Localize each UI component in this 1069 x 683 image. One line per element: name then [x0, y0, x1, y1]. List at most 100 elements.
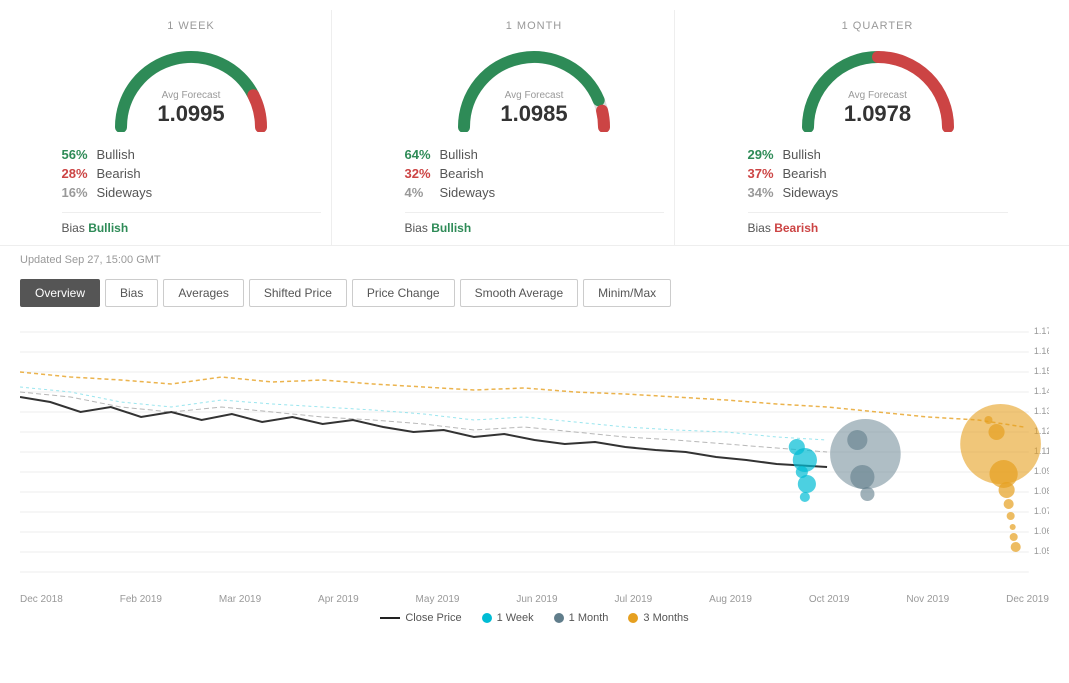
gauge-container-quarter: Avg Forecast 1.0978 — [788, 37, 968, 132]
bearish-pct-month: 32% — [405, 166, 440, 181]
x-label: Aug 2019 — [709, 594, 752, 605]
bearish-label-week: Bearish — [97, 166, 141, 181]
legend-3months: 3 Months — [628, 612, 688, 624]
bullish-pct-month: 64% — [405, 147, 440, 162]
stat-row-sideways-month: 4% Sideways — [405, 185, 664, 200]
tab-overview[interactable]: Overview — [20, 279, 100, 307]
gauge-avg-label-month: Avg Forecast — [444, 90, 624, 101]
sideways-label-month: Sideways — [440, 185, 496, 200]
svg-text:1.0800: 1.0800 — [1034, 486, 1049, 496]
legend-close-price-line — [380, 617, 400, 619]
svg-text:1.1400: 1.1400 — [1034, 386, 1049, 396]
top-section: 1 WEEK Avg Forecast 1.0995 56% Bullish 2… — [0, 0, 1069, 246]
legend-3months-label: 3 Months — [643, 612, 688, 624]
gauge-avg-label-week: Avg Forecast — [101, 90, 281, 101]
chart-area: 1.1700 1.1600 1.1500 1.1400 1.1300 1.120… — [20, 312, 1049, 634]
tab-shifted-price[interactable]: Shifted Price — [249, 279, 347, 307]
x-label: Apr 2019 — [318, 594, 359, 605]
x-label: Nov 2019 — [906, 594, 949, 605]
sideways-pct-month: 4% — [405, 185, 440, 200]
gauge-container-month: Avg Forecast 1.0985 — [444, 37, 624, 132]
gauge-panel-quarter: 1 QUARTER Avg Forecast 1.0978 29% Bullis… — [738, 10, 1018, 245]
bullish-label-week: Bullish — [97, 147, 135, 162]
sideways-pct-week: 16% — [62, 185, 97, 200]
stat-row-bullish-quarter: 29% Bullish — [748, 147, 1008, 162]
x-label: Dec 2018 — [20, 594, 63, 605]
gauge-panel-month: 1 MONTH Avg Forecast 1.0985 64% Bullish … — [395, 10, 675, 245]
bearish-label-month: Bearish — [440, 166, 484, 181]
tab-bias[interactable]: Bias — [105, 279, 158, 307]
bullish-label-quarter: Bullish — [783, 147, 821, 162]
chart-svg: 1.1700 1.1600 1.1500 1.1400 1.1300 1.120… — [20, 312, 1049, 592]
bullish-pct-week: 56% — [62, 147, 97, 162]
gauge-title-month: 1 MONTH — [506, 20, 563, 32]
gauge-label-week: Avg Forecast 1.0995 — [101, 90, 281, 127]
bias-label-quarter: Bias — [748, 221, 775, 235]
svg-text:1.0900: 1.0900 — [1034, 466, 1049, 476]
svg-text:1.0500: 1.0500 — [1034, 546, 1049, 556]
bias-row-quarter: Bias Bearish — [748, 212, 1008, 235]
stats-table-week: 56% Bullish 28% Bearish 16% Sideways — [62, 147, 321, 204]
svg-text:1.0600: 1.0600 — [1034, 526, 1049, 536]
svg-text:1.1700: 1.1700 — [1034, 326, 1049, 336]
gauge-title-week: 1 WEEK — [167, 20, 215, 32]
legend-1month-label: 1 Month — [569, 612, 609, 624]
chart-wrapper: 1.1700 1.1600 1.1500 1.1400 1.1300 1.120… — [20, 312, 1049, 592]
bias-label-week: Bias — [62, 221, 89, 235]
updated-text: Updated Sep 27, 15:00 GMT — [0, 246, 1069, 274]
legend-1month: 1 Month — [554, 612, 609, 624]
x-label: Oct 2019 — [809, 594, 850, 605]
svg-text:1.1500: 1.1500 — [1034, 366, 1049, 376]
stat-row-bearish-week: 28% Bearish — [62, 166, 321, 181]
bias-value-week: Bullish — [88, 221, 128, 235]
tabs-bar: OverviewBiasAveragesShifted PricePrice C… — [0, 274, 1069, 312]
stat-row-bearish-month: 32% Bearish — [405, 166, 664, 181]
gauge-avg-label-quarter: Avg Forecast — [788, 90, 968, 101]
stat-row-sideways-week: 16% Sideways — [62, 185, 321, 200]
gauge-value-quarter: 1.0978 — [788, 101, 968, 127]
x-label: May 2019 — [416, 594, 460, 605]
gauge-container-week: Avg Forecast 1.0995 — [101, 37, 281, 132]
tab-smooth-average[interactable]: Smooth Average — [460, 279, 579, 307]
bearish-label-quarter: Bearish — [783, 166, 827, 181]
stat-row-sideways-quarter: 34% Sideways — [748, 185, 1008, 200]
legend-1week-label: 1 Week — [497, 612, 534, 624]
legend-3months-dot — [628, 613, 638, 623]
bias-label-month: Bias — [405, 221, 432, 235]
legend-1week: 1 Week — [482, 612, 534, 624]
sideways-label-week: Sideways — [97, 185, 153, 200]
x-label: Feb 2019 — [120, 594, 162, 605]
svg-text:1.1300: 1.1300 — [1034, 406, 1049, 416]
x-label: Mar 2019 — [219, 594, 261, 605]
x-axis-labels: Dec 2018 Feb 2019 Mar 2019 Apr 2019 May … — [20, 592, 1049, 607]
gauge-value-week: 1.0995 — [101, 101, 281, 127]
bias-row-month: Bias Bullish — [405, 212, 664, 235]
chart-legend: Close Price 1 Week 1 Month 3 Months — [20, 607, 1049, 634]
stat-row-bullish-week: 56% Bullish — [62, 147, 321, 162]
bias-row-week: Bias Bullish — [62, 212, 321, 235]
stat-row-bearish-quarter: 37% Bearish — [748, 166, 1008, 181]
x-label: Jun 2019 — [516, 594, 557, 605]
svg-text:1.1600: 1.1600 — [1034, 346, 1049, 356]
legend-1week-dot — [482, 613, 492, 623]
bullish-label-month: Bullish — [440, 147, 478, 162]
legend-close-price-label: Close Price — [405, 612, 461, 624]
gauge-value-month: 1.0985 — [444, 101, 624, 127]
gauge-label-month: Avg Forecast 1.0985 — [444, 90, 624, 127]
legend-1month-dot — [554, 613, 564, 623]
gauge-label-quarter: Avg Forecast 1.0978 — [788, 90, 968, 127]
x-label: Jul 2019 — [614, 594, 652, 605]
sideways-pct-quarter: 34% — [748, 185, 783, 200]
bullish-pct-quarter: 29% — [748, 147, 783, 162]
bias-value-month: Bullish — [431, 221, 471, 235]
tab-averages[interactable]: Averages — [163, 279, 243, 307]
bias-value-quarter: Bearish — [774, 221, 818, 235]
bearish-pct-quarter: 37% — [748, 166, 783, 181]
x-label: Dec 2019 — [1006, 594, 1049, 605]
sideways-label-quarter: Sideways — [783, 185, 839, 200]
tab-price-change[interactable]: Price Change — [352, 279, 455, 307]
gauge-title-quarter: 1 QUARTER — [842, 20, 914, 32]
gauge-panel-week: 1 WEEK Avg Forecast 1.0995 56% Bullish 2… — [52, 10, 332, 245]
tab-minim-max[interactable]: Minim/Max — [583, 279, 671, 307]
svg-text:1.0700: 1.0700 — [1034, 506, 1049, 516]
